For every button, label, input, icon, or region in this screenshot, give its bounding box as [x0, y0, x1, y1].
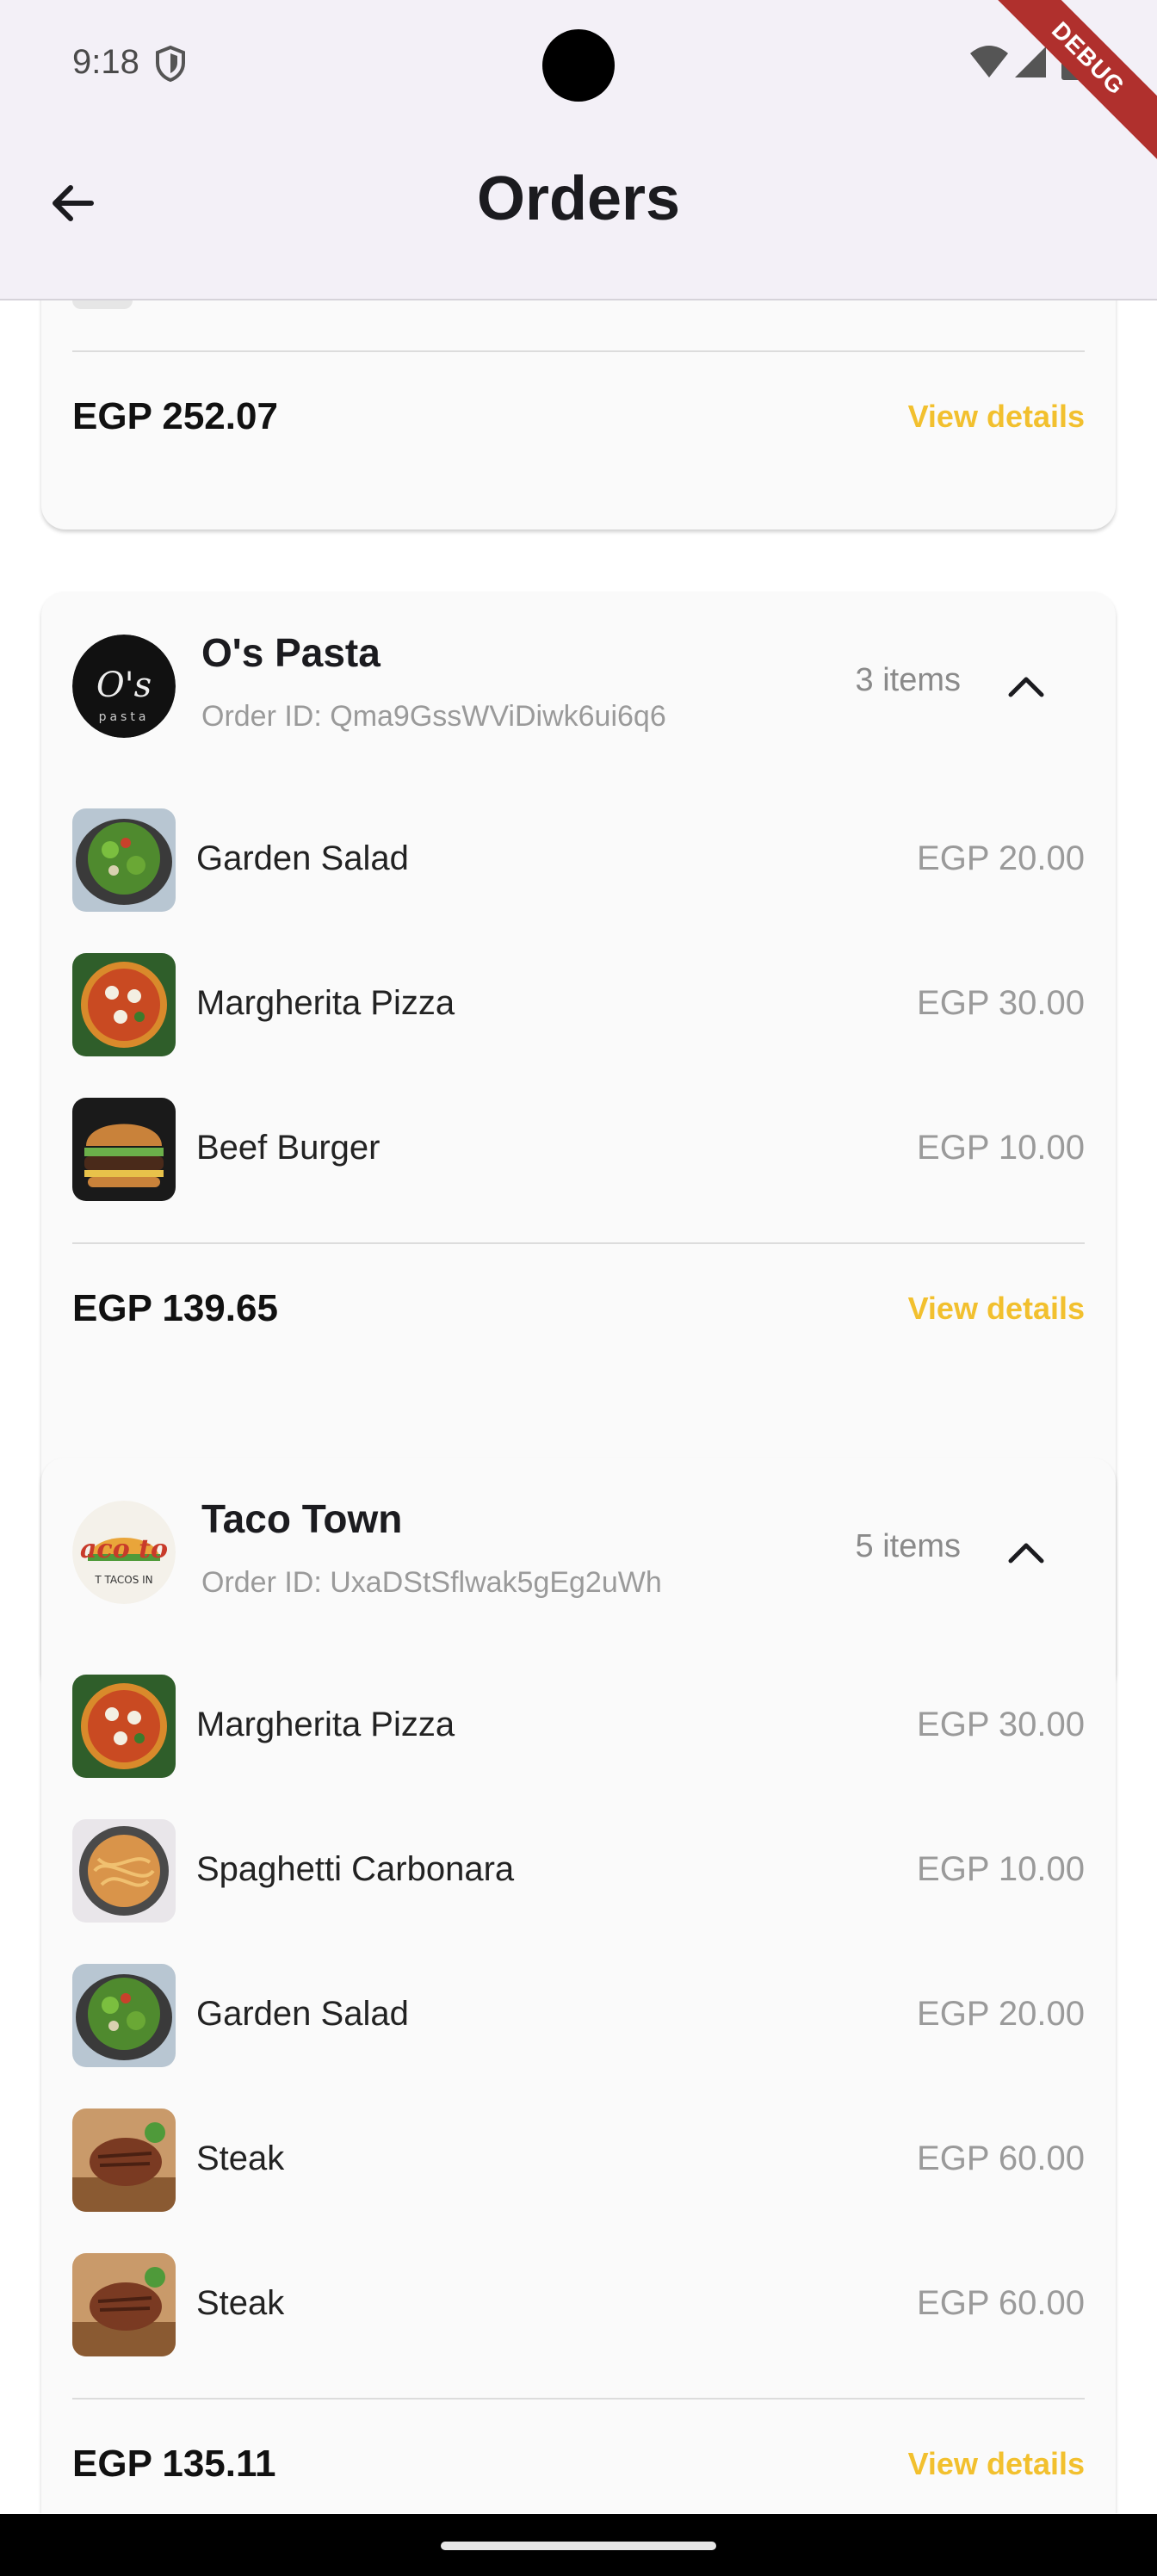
item-price: EGP 60.00 [917, 2139, 1085, 2177]
page-title: Orders [476, 164, 681, 233]
garden-salad-image [72, 1964, 176, 2067]
order-card: EGP 252.07 View details [41, 300, 1116, 529]
front-camera [542, 29, 615, 102]
item-name: Margherita Pizza [196, 1706, 455, 1743]
item-price: EGP 30.00 [917, 1706, 1085, 1743]
item-price: EGP 10.00 [917, 1850, 1085, 1888]
item-name: Margherita Pizza [196, 984, 455, 1022]
restaurant-name: O's Pasta [201, 630, 381, 675]
list-item: Garden Salad EGP 20.00 [72, 808, 1085, 912]
item-name: Beef Burger [196, 1129, 381, 1167]
card-divider [72, 350, 1085, 352]
status-time: 9:18 [72, 43, 139, 81]
svg-text:pasta: pasta [99, 710, 150, 724]
signal-icon [1015, 46, 1046, 77]
item-price: EGP 20.00 [917, 839, 1085, 877]
item-name: Garden Salad [196, 1995, 409, 2033]
restaurant-name: Taco Town [201, 1496, 403, 1541]
item-price: EGP 30.00 [917, 984, 1085, 1022]
restaurant-logo: aco to T TACOS IN [72, 1501, 176, 1604]
list-item: Margherita Pizza EGP 30.00 [72, 953, 1085, 1056]
shield-icon [156, 45, 185, 83]
svg-text:O's: O's [96, 666, 152, 705]
list-item: Spaghetti Carbonara EGP 10.00 [72, 1819, 1085, 1923]
order-id: Order ID: UxaDStSflwak5gEg2uWh [201, 1566, 662, 1599]
margherita-pizza-image [72, 1675, 176, 1778]
item-name: Steak [196, 2139, 285, 2177]
restaurant-logo [72, 300, 133, 309]
order-total: EGP 252.07 [72, 395, 278, 437]
order-total: EGP 135.11 [72, 2443, 276, 2485]
restaurant-logo: O's pasta [72, 635, 176, 738]
spaghetti-carbonara-image [72, 1819, 176, 1923]
items-count: 3 items [855, 662, 961, 698]
chevron-up-icon[interactable] [1007, 1540, 1045, 1564]
list-item: Garden Salad EGP 20.00 [72, 1964, 1085, 2067]
item-price: EGP 10.00 [917, 1129, 1085, 1167]
view-details-link[interactable]: View details [908, 399, 1085, 435]
card-divider [72, 2398, 1085, 2400]
order-id: Order ID: Qma9GssWViDiwk6ui6q6 [201, 700, 666, 733]
list-item: Beef Burger EGP 10.00 [72, 1098, 1085, 1201]
items-count: 5 items [855, 1528, 961, 1564]
app-bar: 9:18 DEBUG Orders [0, 0, 1157, 300]
svg-text:T TACOS IN: T TACOS IN [94, 1574, 152, 1586]
list-item: Margherita Pizza EGP 30.00 [72, 1675, 1085, 1778]
view-details-link[interactable]: View details [908, 1291, 1085, 1327]
order-card: aco to T TACOS IN Taco Town Order ID: Ux… [41, 1458, 1116, 2513]
margherita-pizza-image [72, 953, 176, 1056]
list-item: Steak EGP 60.00 [72, 2253, 1085, 2356]
item-price: EGP 60.00 [917, 2284, 1085, 2322]
chevron-up-icon[interactable] [1007, 674, 1045, 698]
item-name: Steak [196, 2284, 285, 2322]
list-item: Steak EGP 60.00 [72, 2108, 1085, 2212]
svg-text:aco to: aco to [80, 1534, 168, 1564]
order-total: EGP 139.65 [72, 1287, 278, 1329]
item-name: Garden Salad [196, 839, 409, 877]
garden-salad-image [72, 808, 176, 912]
item-name: Spaghetti Carbonara [196, 1850, 515, 1888]
orders-screen: 9:18 DEBUG Orders EGP 252.07 View detail [0, 0, 1157, 2576]
home-gesture-handle[interactable] [441, 2542, 716, 2550]
item-price: EGP 20.00 [917, 1995, 1085, 2033]
wifi-icon [970, 46, 1008, 77]
steak-image [72, 2108, 176, 2212]
beef-burger-image [72, 1098, 176, 1201]
view-details-link[interactable]: View details [908, 2446, 1085, 2482]
steak-image [72, 2253, 176, 2356]
card-divider [72, 1242, 1085, 1244]
debug-banner: DEBUG [981, 0, 1157, 166]
orders-list[interactable]: EGP 252.07 View details O's pasta O's Pa… [0, 300, 1157, 2513]
